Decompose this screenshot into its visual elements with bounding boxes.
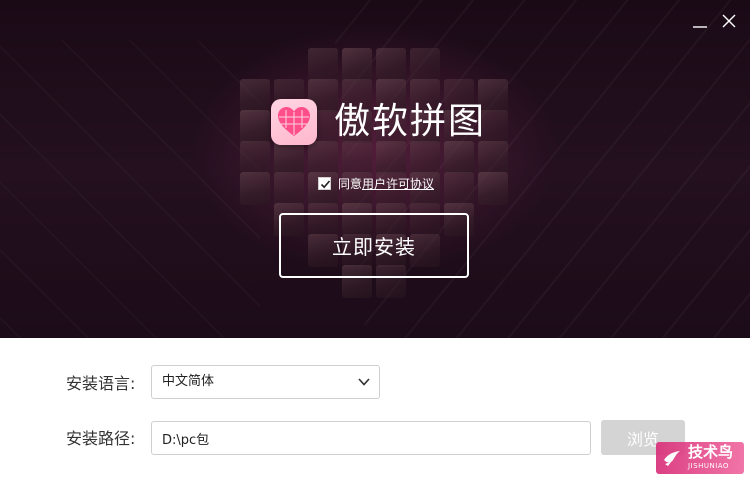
close-icon <box>722 14 736 28</box>
language-label: 安装语言: <box>66 374 136 393</box>
install-now-button[interactable]: 立即安装 <box>279 213 469 278</box>
mosaic-photo-tile <box>376 48 406 81</box>
watermark-logo: 技术鸟 JISHUNIAO <box>656 442 744 474</box>
bird-icon <box>664 451 680 466</box>
license-agreement-link[interactable]: 用户许可协议 <box>362 175 434 192</box>
app-title: 傲软拼图 <box>334 101 487 142</box>
mosaic-photo-tile <box>308 48 338 81</box>
language-selected-value: 中文简体 <box>162 374 215 389</box>
mosaic-photo-tile <box>240 141 270 174</box>
chevron-down-icon <box>357 376 371 388</box>
watermark-title: 技术鸟 <box>688 443 734 461</box>
install-path-input[interactable] <box>151 421 591 455</box>
watermark-subtitle: JISHUNIAO <box>688 462 729 470</box>
app-logo <box>271 99 317 145</box>
mosaic-photo-tile <box>240 110 270 143</box>
checkmark-icon <box>320 179 331 188</box>
minimize-button[interactable] <box>687 8 713 34</box>
install-path-label: 安装路径: <box>66 429 136 448</box>
close-button[interactable] <box>716 8 742 34</box>
mosaic-photo-tile <box>240 79 270 112</box>
agreement-row: 同意 用户许可协议 <box>318 175 434 191</box>
mosaic-photo-tile <box>342 48 372 81</box>
language-select[interactable]: 中文简体 <box>151 365 380 399</box>
installer-window: 傲软拼图 同意 用户许可协议 立即安装 安装语言: 中文简体 安装路径: 浏览 <box>0 0 750 480</box>
agreement-text: 同意 <box>338 176 363 191</box>
mosaic-photo-tile <box>240 172 270 205</box>
mosaic-photo-tile <box>410 48 440 81</box>
minimize-icon <box>693 26 707 28</box>
mosaic-photo-tile <box>274 172 304 205</box>
install-settings-panel: 安装语言: 中文简体 安装路径: 浏览 <box>0 338 750 480</box>
agreement-checkbox[interactable] <box>318 176 331 190</box>
puzzle-heart-icon <box>278 107 310 136</box>
mosaic-photo-tile <box>274 141 304 174</box>
header-banner: 傲软拼图 同意 用户许可协议 立即安装 <box>0 0 750 338</box>
mosaic-photo-tile <box>444 172 474 205</box>
mosaic-photo-tile <box>478 172 508 205</box>
